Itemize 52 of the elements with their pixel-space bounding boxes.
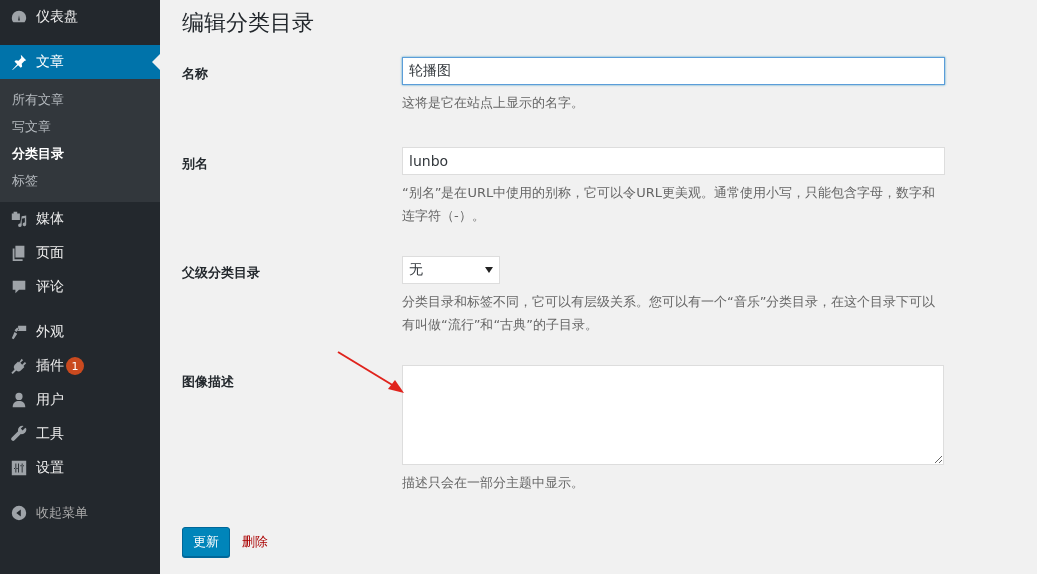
menu-item[interactable]: 工具 [0, 417, 160, 451]
current-pointer-icon [152, 54, 160, 70]
menu-item[interactable]: 仪表盘 [0, 0, 160, 34]
menu-label: 页面 [36, 244, 64, 262]
delete-link[interactable]: 删除 [242, 533, 268, 551]
plug-icon [10, 357, 28, 375]
menu-item[interactable]: 外观 [0, 315, 160, 349]
arrow-annotation [336, 350, 406, 395]
menu-label: 设置 [36, 459, 64, 477]
field-description: 描述只会在一部分主题中显示。 [402, 474, 585, 492]
submenu-item[interactable]: 所有文章 [0, 86, 160, 113]
field-description: 这将是它在站点上显示的名字。 [402, 94, 585, 112]
field-label: 名称 [182, 66, 208, 81]
caret-icon [485, 267, 493, 273]
user-icon [10, 391, 28, 409]
field-description: “别名”是在URL中使用的别称，它可以令URL更美观。通常使用小写，只能包含字母，数字和连字符（-）。 [402, 184, 937, 225]
menu-item[interactable]: 插件 1 [0, 349, 160, 383]
collapse-menu-button[interactable]: 收起菜单 [0, 496, 160, 530]
field-label: 父级分类目录 [182, 265, 260, 280]
menu-item[interactable]: 媒体 [0, 202, 160, 236]
menu-item[interactable]: 用户 [0, 383, 160, 417]
dropdown[interactable]: 无 [402, 256, 500, 284]
field-label: 图像描述 [182, 374, 234, 389]
menu-item[interactable]: 页面 [0, 236, 160, 270]
text-field[interactable]: 轮播图 [402, 57, 945, 85]
menu-item[interactable]: 设置 [0, 451, 160, 485]
menu-label: 工具 [36, 425, 64, 443]
field-description: 分类目录和标签不同，它可以有层级关系。您可以有一个“音乐”分类目录，在这个目录下可以有叫做“流行”和“古典”的子目录。 [402, 293, 937, 334]
pushpin-icon [10, 53, 28, 71]
camera-music-icon [10, 210, 28, 228]
sliders-icon [10, 459, 28, 477]
page-title: 编辑分类目录 [182, 9, 315, 37]
update-button[interactable]: 更新 [182, 527, 230, 557]
menu-label: 外观 [36, 323, 64, 341]
paintbrush-icon [10, 323, 28, 341]
submenu-item[interactable]: 标签 [0, 167, 160, 194]
submenu-item[interactable]: 分类目录 [0, 140, 160, 167]
menu-label: 插件 [36, 357, 64, 375]
wrench-icon [10, 425, 28, 443]
text-area[interactable] [402, 365, 944, 465]
submenu-item[interactable]: 写文章 [0, 113, 160, 140]
count-badge: 1 [66, 357, 84, 375]
menu-item[interactable]: 评论 [0, 270, 160, 304]
menu-item[interactable]: 文章 [0, 45, 160, 79]
menu-label: 用户 [36, 391, 64, 409]
menu-label: 媒体 [36, 210, 64, 228]
text-field[interactable]: lunbo [402, 147, 945, 175]
menu-label: 仪表盘 [36, 8, 78, 26]
menu-label: 文章 [36, 53, 64, 71]
field-label: 别名 [182, 156, 208, 171]
speech-bubble-icon [10, 278, 28, 296]
menu-label: 评论 [36, 278, 64, 296]
